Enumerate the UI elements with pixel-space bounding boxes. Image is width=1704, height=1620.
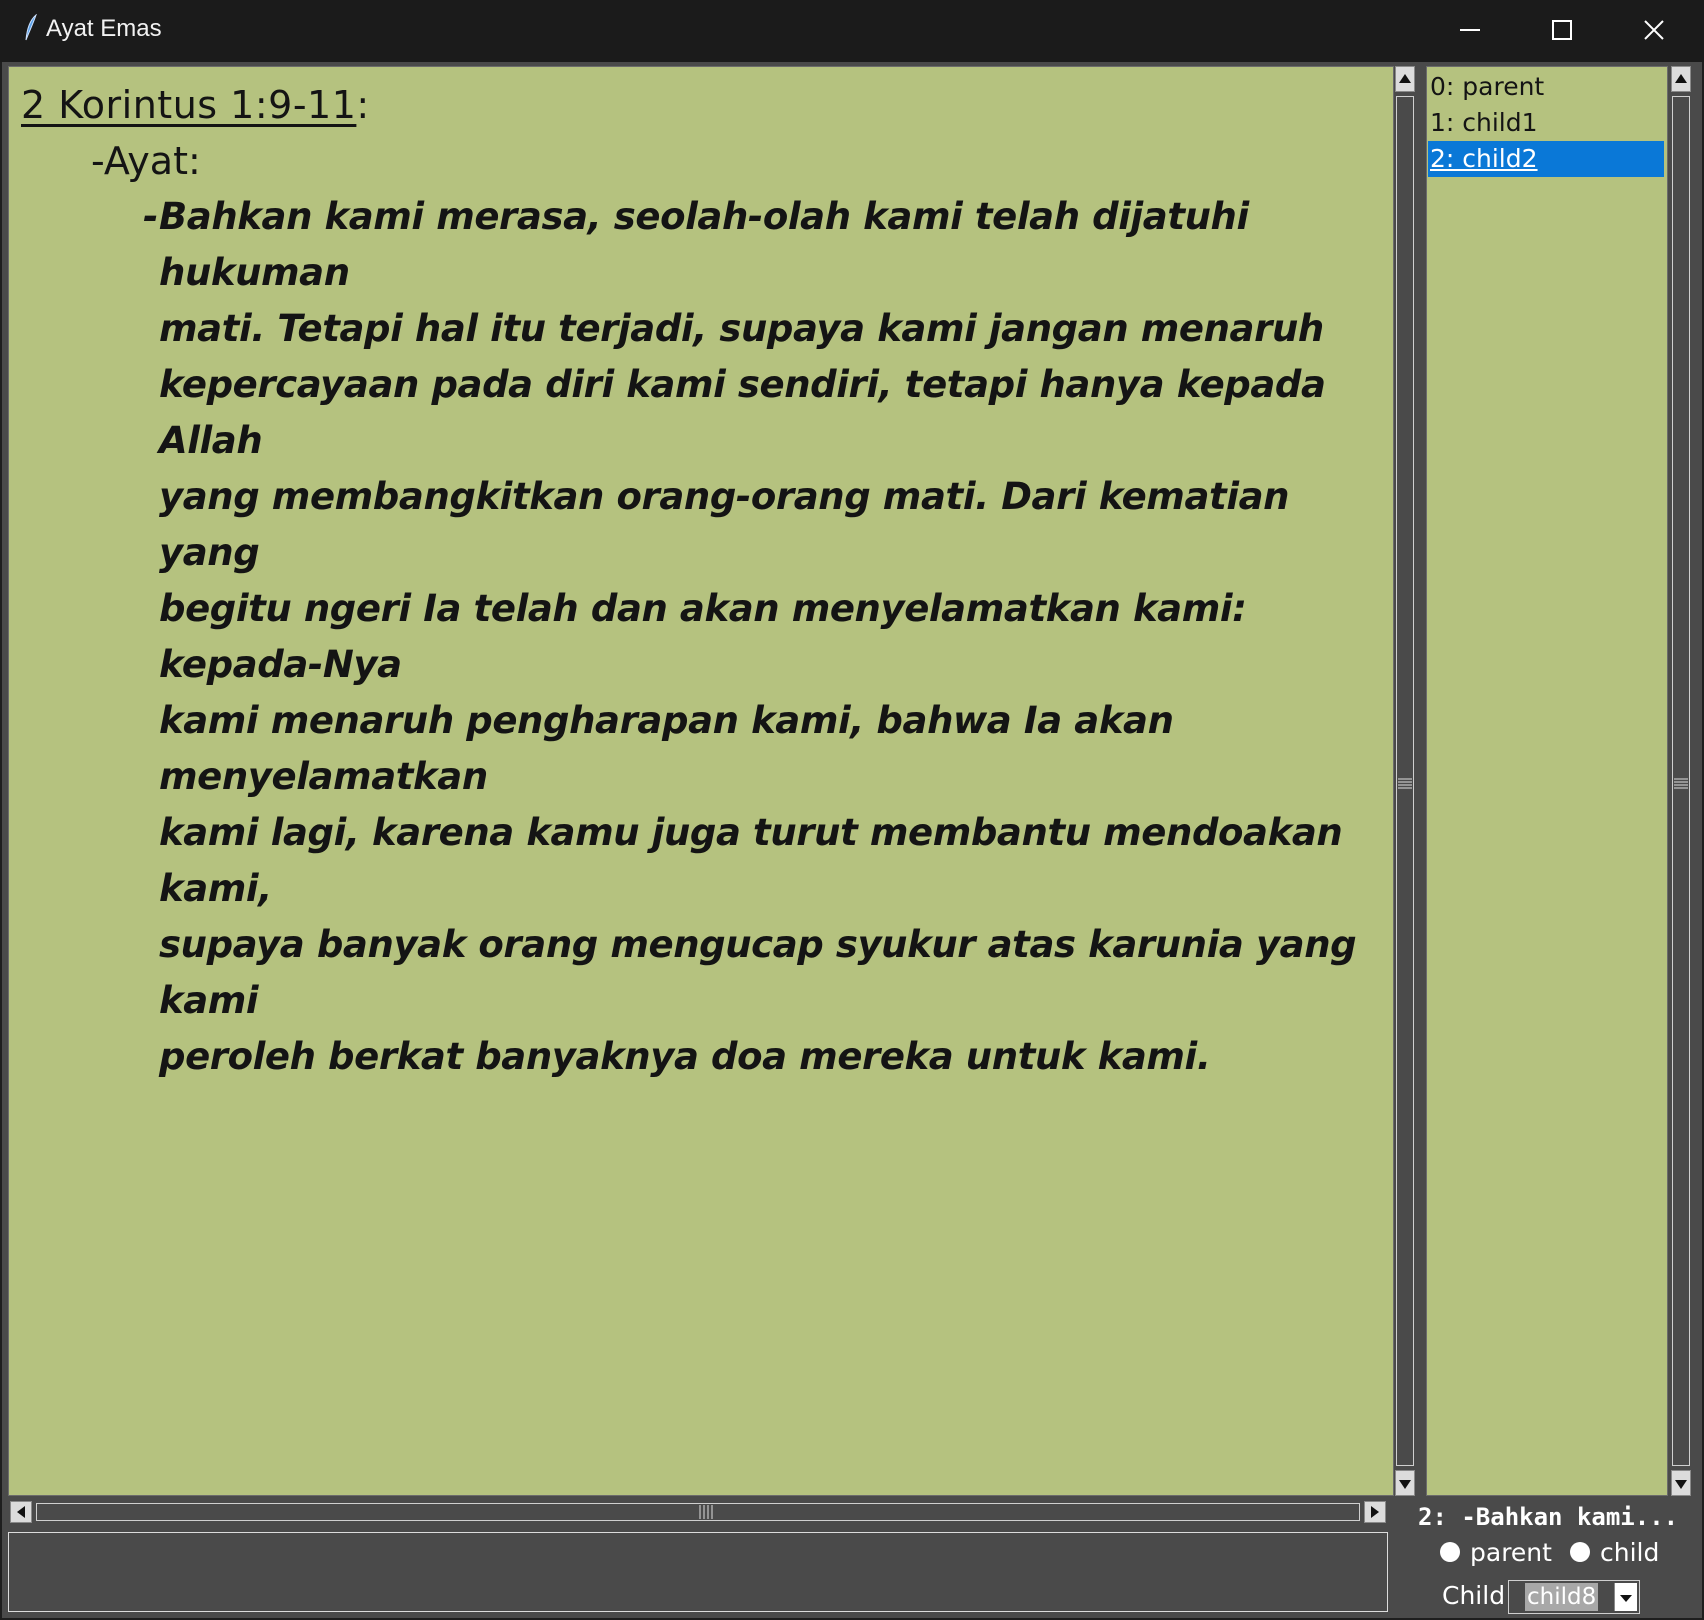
scroll-grip-horizontal[interactable] <box>697 1504 715 1520</box>
child-radio[interactable]: child <box>1570 1536 1680 1570</box>
triangle-down-icon <box>1675 1480 1687 1489</box>
scroll-track[interactable] <box>1396 96 1414 1466</box>
ayat-heading: -Ayat: <box>91 139 201 183</box>
minimize-button[interactable] <box>1424 0 1516 62</box>
child-radio-label: child <box>1600 1538 1660 1567</box>
radio-dot-icon <box>1440 1542 1460 1562</box>
feather-icon <box>24 13 38 42</box>
selection-preview: 2: -Bahkan kami... <box>1418 1503 1679 1531</box>
text-vertical-scrollbar[interactable] <box>1394 64 1416 1498</box>
child-select-label: Child <box>1442 1581 1506 1610</box>
triangle-down-icon <box>1399 1480 1411 1489</box>
parent-radio[interactable]: parent <box>1440 1536 1552 1570</box>
list-scroll-up-button[interactable] <box>1671 66 1691 92</box>
scroll-right-button[interactable] <box>1364 1501 1386 1523</box>
radio-dot-icon <box>1570 1542 1590 1562</box>
close-icon <box>1644 20 1664 40</box>
scroll-up-button[interactable] <box>1395 66 1415 92</box>
parent-radio-label: parent <box>1470 1538 1552 1567</box>
list-scroll-grip[interactable] <box>1673 777 1689 791</box>
reference-colon: : <box>356 83 370 127</box>
verse-reference: 2 Korintus 1:9-11: <box>21 77 370 133</box>
child-select[interactable]: child8 <box>1508 1580 1640 1614</box>
close-button[interactable] <box>1608 0 1700 62</box>
list-item-parent[interactable]: 0: parent <box>1428 69 1664 105</box>
command-entry[interactable] <box>8 1532 1388 1612</box>
reference-link: 2 Korintus 1:9-11 <box>21 83 357 127</box>
triangle-right-icon <box>1371 1506 1379 1518</box>
verse-text-area[interactable]: 2 Korintus 1:9-11: -Ayat: - Bahkan kami … <box>8 66 1394 1496</box>
triangle-up-icon <box>1675 74 1687 83</box>
node-list[interactable]: 0: parent 1: child1 2: child2 <box>1426 66 1668 1496</box>
scroll-down-button[interactable] <box>1395 1470 1415 1496</box>
verse-body: Bahkan kami merasa, seolah-olah kami tel… <box>159 195 1357 1078</box>
scroll-left-button[interactable] <box>10 1501 32 1523</box>
window-title: Ayat Emas <box>46 15 162 42</box>
triangle-left-icon <box>17 1506 25 1518</box>
text-horizontal-scrollbar[interactable] <box>8 1500 1388 1524</box>
list-vertical-scrollbar[interactable] <box>1670 64 1692 1498</box>
child-select-value[interactable]: child8 <box>1525 1583 1599 1611</box>
list-scroll-down-button[interactable] <box>1671 1470 1691 1496</box>
title-bar: Ayat Emas <box>0 0 1704 62</box>
dropdown-button[interactable] <box>1614 1583 1637 1611</box>
list-scroll-track[interactable] <box>1672 96 1690 1466</box>
list-item-child2[interactable]: 2: child2 <box>1428 141 1664 177</box>
minimize-icon <box>1460 29 1480 31</box>
maximize-icon <box>1552 20 1572 40</box>
chevron-down-icon <box>1620 1595 1632 1602</box>
triangle-up-icon <box>1399 74 1411 83</box>
list-item-child1[interactable]: 1: child1 <box>1428 105 1664 141</box>
maximize-button[interactable] <box>1516 0 1608 62</box>
verse-bullet: - <box>143 195 159 238</box>
scroll-track-horizontal[interactable] <box>36 1503 1360 1521</box>
scroll-grip[interactable] <box>1397 777 1413 791</box>
